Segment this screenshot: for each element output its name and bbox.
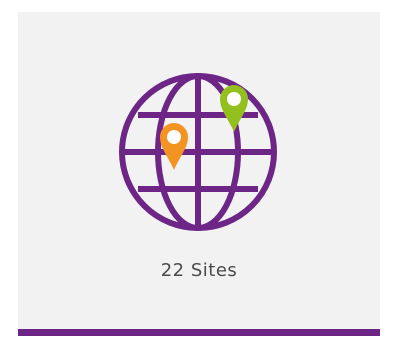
globe-icon (119, 73, 277, 231)
accent-bar (18, 329, 380, 336)
sites-count-label: 22 Sites (160, 260, 238, 281)
globe-icon-group (106, 60, 290, 244)
green-location-pin-icon (220, 85, 248, 132)
sites-stat-card: 22 Sites (18, 12, 380, 336)
orange-location-pin-icon (160, 123, 188, 170)
